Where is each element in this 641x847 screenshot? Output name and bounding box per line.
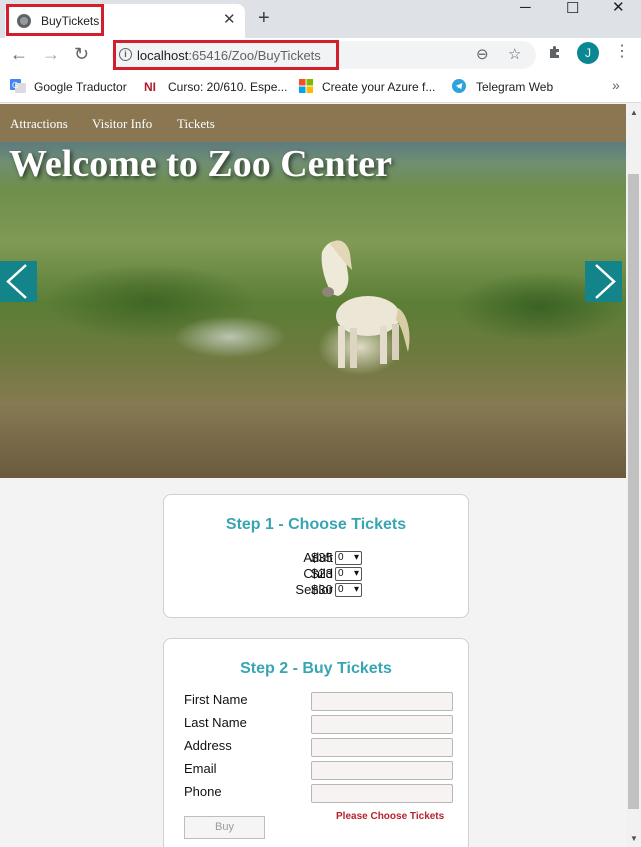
first-name-label: First Name — [184, 692, 248, 707]
zoom-icon[interactable]: ⊖ — [476, 46, 489, 63]
email-row: Email — [164, 761, 468, 781]
scroll-up-icon[interactable]: ▲ — [630, 108, 638, 117]
hero-carousel: Welcome to Zoo Center — [0, 142, 626, 478]
new-tab-icon[interactable]: + — [258, 7, 270, 29]
carousel-prev-button[interactable] — [0, 261, 37, 302]
ni-icon: NI — [144, 80, 156, 93]
page-viewport: Attractions Visitor Info Tickets Welcome… — [0, 104, 626, 847]
microsoft-icon — [299, 79, 313, 93]
browser-toolbar: ← → ↻ i localhost:65416/Zoo/BuyTickets ⊖… — [0, 38, 641, 70]
translate-icon: G — [10, 79, 26, 93]
bookmark-azure[interactable]: Create your Azure f... — [298, 79, 435, 94]
telegram-icon — [452, 79, 466, 93]
site-navbar: Attractions Visitor Info Tickets — [0, 104, 626, 142]
bookmark-label: Telegram Web — [476, 80, 554, 94]
last-name-input[interactable] — [311, 715, 453, 734]
buy-button[interactable]: Buy — [184, 816, 265, 839]
choose-tickets-card: Step 1 - Choose Tickets Adult $35 0 Chil… — [163, 494, 469, 618]
horse-image — [321, 240, 410, 368]
chevron-right-icon — [595, 264, 616, 299]
extensions-icon[interactable] — [548, 45, 562, 59]
bookmark-curso[interactable]: NI Curso: 20/610. Espe... — [144, 79, 287, 94]
profile-avatar[interactable]: J — [577, 42, 599, 64]
bookmark-google-traductor[interactable]: G Google Traductor — [10, 79, 127, 94]
minimize-icon[interactable]: ─ — [520, 0, 531, 16]
ticket-row-child: Child $23 0 — [164, 566, 468, 583]
hero-title: Welcome to Zoo Center — [9, 143, 393, 185]
url-host: localhost — [137, 48, 189, 63]
address-bar[interactable]: i localhost:65416/Zoo/BuyTickets ⊖ ☆ — [112, 40, 536, 70]
address-input[interactable] — [311, 738, 453, 757]
menu-icon[interactable]: ⋮ — [614, 43, 630, 61]
chevron-left-icon — [6, 264, 27, 299]
bookmark-label: Curso: 20/610. Espe... — [168, 80, 288, 94]
bookmark-telegram[interactable]: Telegram Web — [452, 79, 553, 94]
more-bookmarks-icon[interactable]: » — [612, 77, 620, 93]
nav-visitor-info[interactable]: Visitor Info — [92, 116, 152, 132]
reload-icon[interactable]: ↻ — [74, 44, 89, 64]
first-name-input[interactable] — [311, 692, 453, 711]
svg-text:NI: NI — [144, 80, 156, 93]
senior-quantity-select[interactable]: 0 — [335, 583, 362, 597]
nav-tickets[interactable]: Tickets — [177, 116, 215, 132]
step1-title: Step 1 - Choose Tickets — [225, 516, 407, 533]
back-icon[interactable]: ← — [10, 44, 28, 64]
last-name-row: Last Name — [164, 715, 468, 735]
close-window-icon[interactable]: ✕ — [612, 0, 625, 16]
star-icon[interactable]: ☆ — [508, 46, 521, 63]
phone-row: Phone — [164, 784, 468, 804]
phone-label: Phone — [184, 784, 222, 799]
choose-tickets-warning: Please Choose Tickets — [336, 811, 445, 822]
ticket-price: $35 — [311, 550, 333, 565]
bookmarks-bar: G Google Traductor NI Curso: 20/610. Esp… — [0, 70, 641, 103]
tab-strip: BuyTickets ✕ + ─ ☐ ✕ — [0, 0, 641, 38]
ticket-price: $23 — [311, 566, 333, 581]
email-input[interactable] — [311, 761, 453, 780]
last-name-label: Last Name — [184, 715, 247, 730]
forward-icon[interactable]: → — [42, 44, 60, 64]
scroll-thumb[interactable] — [628, 174, 639, 809]
globe-icon — [17, 14, 31, 28]
email-label: Email — [184, 761, 217, 776]
child-quantity-select[interactable]: 0 — [335, 567, 362, 581]
browser-tab[interactable]: BuyTickets ✕ — [5, 4, 245, 38]
nav-attractions[interactable]: Attractions — [10, 116, 68, 132]
buy-tickets-card: Step 2 - Buy Tickets First Name Last Nam… — [163, 638, 469, 847]
ticket-price: $30 — [311, 582, 333, 597]
scroll-down-icon[interactable]: ▼ — [630, 834, 638, 843]
close-tab-icon[interactable]: ✕ — [223, 12, 236, 28]
url-path: :65416/Zoo/BuyTickets — [188, 48, 321, 63]
step2-title: Step 2 - Buy Tickets — [240, 660, 392, 677]
tab-title: BuyTickets — [41, 14, 100, 28]
address-label: Address — [184, 738, 232, 753]
page-scrollbar[interactable]: ▲ ▼ — [626, 104, 641, 847]
svg-text:G: G — [12, 81, 18, 90]
bookmark-label: Google Traductor — [34, 80, 127, 94]
maximize-icon[interactable]: ☐ — [566, 1, 579, 17]
address-row: Address — [164, 738, 468, 758]
bookmark-label: Create your Azure f... — [322, 80, 436, 94]
url-text[interactable]: localhost:65416/Zoo/BuyTickets — [137, 48, 321, 63]
info-icon[interactable]: i — [119, 48, 132, 61]
first-name-row: First Name — [164, 692, 468, 712]
ticket-row-adult: Adult $35 0 — [164, 550, 468, 567]
adult-quantity-select[interactable]: 0 — [335, 551, 362, 565]
carousel-next-button[interactable] — [585, 261, 622, 302]
phone-input[interactable] — [311, 784, 453, 803]
ticket-row-senior: Senior $30 0 — [164, 582, 468, 599]
